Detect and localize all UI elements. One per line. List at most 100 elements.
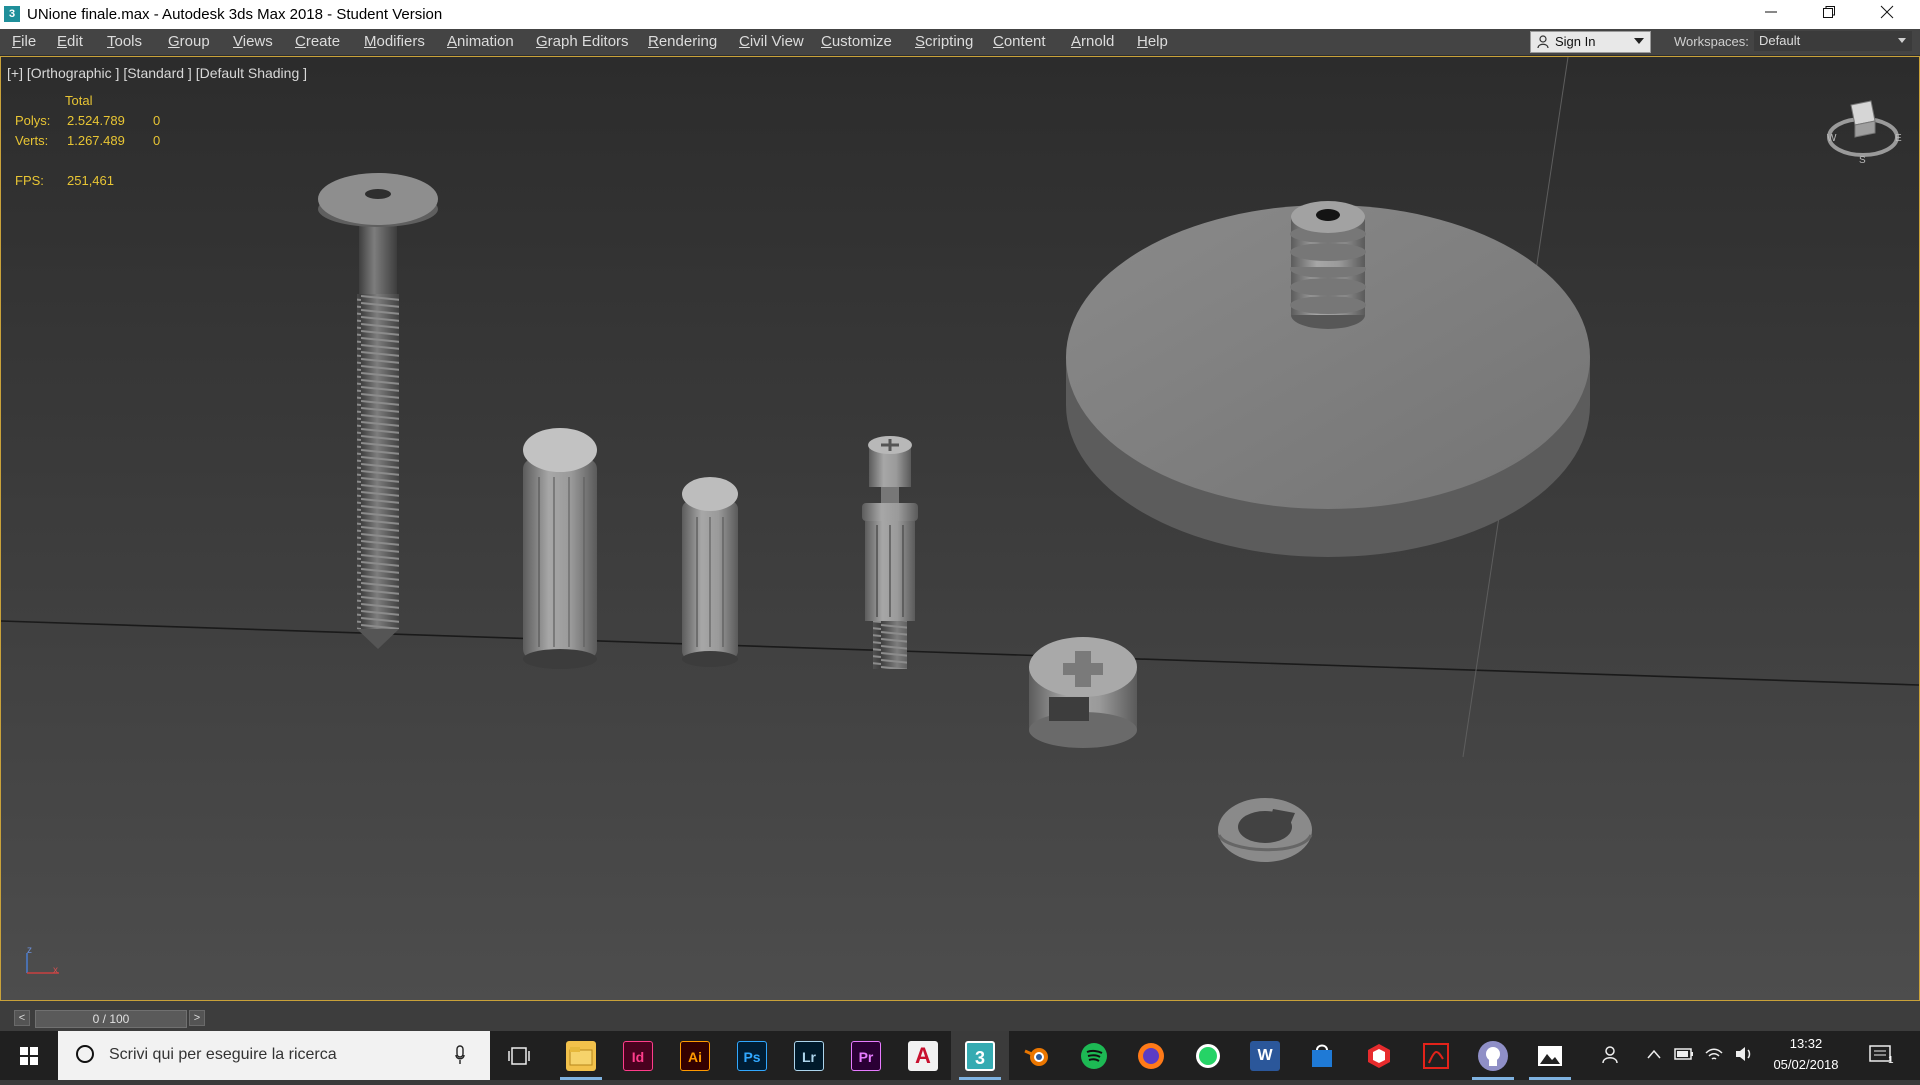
menu-civil-view[interactable]: Civil View — [739, 29, 804, 55]
title-bar: 3 UNione finale.max - Autodesk 3ds Max 2… — [0, 0, 1920, 29]
sign-in-label: Sign In — [1555, 34, 1596, 49]
whatsapp-icon[interactable] — [1193, 1041, 1223, 1071]
indesign-icon[interactable]: Id — [623, 1041, 653, 1071]
battery-icon[interactable] — [1674, 1047, 1694, 1061]
long-screw-model[interactable] — [318, 173, 438, 649]
menu-edit[interactable]: Edit — [57, 29, 83, 55]
store-icon[interactable] — [1307, 1041, 1337, 1071]
viewcube[interactable]: W E S — [1823, 87, 1903, 167]
lightroom-icon[interactable]: Lr — [794, 1041, 824, 1071]
stats-verts-selected: 0 — [153, 133, 161, 148]
menu-help[interactable]: Help — [1137, 29, 1168, 55]
acrobat-icon[interactable] — [1421, 1041, 1451, 1071]
microphone-icon[interactable] — [455, 1045, 465, 1065]
close-button[interactable] — [1858, 0, 1916, 29]
split-washer-model[interactable] — [1217, 798, 1313, 862]
stats-fps-label: FPS: — [15, 173, 44, 188]
stats-verts-value: 1.267.489 — [67, 133, 125, 148]
close-icon — [1880, 5, 1894, 19]
notification-center-button[interactable]: 1 — [1868, 1043, 1898, 1069]
user-icon — [1537, 35, 1549, 48]
active-app-highlight — [951, 1031, 1009, 1080]
window-title: UNione finale.max - Autodesk 3ds Max 201… — [27, 6, 443, 23]
menu-rendering[interactable]: Rendering — [648, 29, 717, 55]
stats-polys-value: 2.524.789 — [67, 113, 125, 128]
viewcube-east-label: E — [1895, 133, 1902, 144]
notification-count: 1 — [1888, 1055, 1894, 1066]
workspace-select[interactable]: Default — [1754, 31, 1912, 51]
workspace-value: Default — [1759, 33, 1801, 48]
3dsmax-app-icon[interactable]: 3 — [4, 6, 20, 22]
grid-x-axis-line — [1, 620, 1919, 686]
stats-fps-value: 251,461 — [67, 173, 114, 188]
restore-button[interactable] — [1800, 0, 1858, 29]
timeline-prev-button[interactable]: < — [14, 1010, 30, 1026]
photoshop-icon[interactable]: Ps — [737, 1041, 767, 1071]
orthographic-viewport[interactable]: [+] [Orthographic ] [Standard ] [Default… — [0, 56, 1920, 1001]
volume-icon[interactable] — [1734, 1045, 1754, 1063]
minimize-button[interactable] — [1742, 0, 1800, 29]
time-slider[interactable]: 0 / 100 — [35, 1010, 187, 1028]
github-icon[interactable] — [1478, 1041, 1508, 1071]
file-explorer-icon[interactable] — [566, 1041, 596, 1071]
task-view-icon[interactable] — [508, 1045, 532, 1067]
menu-views[interactable]: Views — [233, 29, 273, 55]
time-slider-frame: 0 / 100 — [92, 1012, 130, 1026]
firefox-icon[interactable] — [1136, 1041, 1166, 1071]
scene-canvas — [1, 57, 1919, 974]
large-disc-model[interactable] — [1066, 201, 1590, 557]
wifi-icon[interactable] — [1704, 1045, 1724, 1063]
restore-icon — [1823, 6, 1835, 18]
word-icon[interactable]: W — [1250, 1041, 1280, 1071]
stats-polys-label: Polys: — [15, 113, 51, 128]
timeline-bar: < 0 / 100 > — [0, 1001, 1920, 1031]
search-box[interactable]: Scrivi qui per eseguire la ricerca — [58, 1031, 490, 1080]
menu-arnold[interactable]: Arnold — [1071, 29, 1114, 55]
axis-z-label: z — [27, 945, 32, 956]
menu-tools[interactable]: Tools — [107, 29, 142, 55]
autocad-icon[interactable]: A — [908, 1041, 938, 1071]
menu-animation[interactable]: Animation — [447, 29, 514, 55]
stats-total-header: Total — [65, 93, 93, 108]
chevron-up-icon[interactable] — [1646, 1048, 1662, 1060]
photos-icon[interactable] — [1535, 1041, 1565, 1071]
cam-bolt-model[interactable] — [862, 436, 918, 669]
menu-group[interactable]: Group — [168, 29, 210, 55]
spotify-icon[interactable] — [1079, 1041, 1109, 1071]
menu-create[interactable]: Create — [295, 29, 340, 55]
small-fluted-dowel-model[interactable] — [682, 477, 738, 667]
stats-polys-selected: 0 — [153, 113, 161, 128]
menu-graph-editors[interactable]: Graph Editors — [536, 29, 629, 55]
search-placeholder: Scrivi qui per eseguire la ricerca — [109, 1046, 337, 1063]
menu-content[interactable]: Content — [993, 29, 1046, 55]
viewcube-south-label: S — [1859, 155, 1866, 166]
chevron-down-icon — [1634, 38, 1644, 44]
sign-in-dropdown[interactable]: Sign In — [1530, 31, 1651, 53]
windows-taskbar: Scrivi qui per eseguire la ricerca Id Ai… — [0, 1031, 1920, 1080]
viewcube-west-label: W — [1827, 133, 1837, 144]
people-icon[interactable] — [1600, 1043, 1624, 1067]
chevron-down-icon — [1898, 38, 1906, 43]
clock-time[interactable]: 13:32 — [1776, 1036, 1836, 1051]
cortana-icon — [76, 1045, 94, 1063]
workspaces-label: Workspaces: — [1674, 34, 1749, 49]
menu-bar: File Edit Tools Group Views Create Modif… — [0, 29, 1920, 56]
minimize-icon — [1765, 11, 1777, 13]
axis-x-label: x — [53, 965, 58, 976]
menu-modifiers[interactable]: Modifiers — [364, 29, 425, 55]
start-button[interactable] — [0, 1031, 58, 1080]
menu-scripting[interactable]: Scripting — [915, 29, 973, 55]
sketchup-icon[interactable] — [1364, 1041, 1394, 1071]
menu-file[interactable]: File — [12, 29, 36, 55]
stats-verts-label: Verts: — [15, 133, 49, 148]
illustrator-icon[interactable]: Ai — [680, 1041, 710, 1071]
viewport-label-menu[interactable]: [+] [Orthographic ] [Standard ] [Default… — [7, 65, 307, 81]
viewcube-icon: W E S — [1827, 100, 1902, 166]
menu-customize[interactable]: Customize — [821, 29, 892, 55]
clock-date[interactable]: 05/02/2018 — [1762, 1057, 1850, 1072]
large-fluted-dowel-model[interactable] — [523, 428, 597, 669]
cam-lock-nut-model[interactable] — [1029, 637, 1137, 748]
premiere-icon[interactable]: Pr — [851, 1041, 881, 1071]
timeline-next-button[interactable]: > — [189, 1010, 205, 1026]
blender-icon[interactable] — [1022, 1041, 1052, 1071]
